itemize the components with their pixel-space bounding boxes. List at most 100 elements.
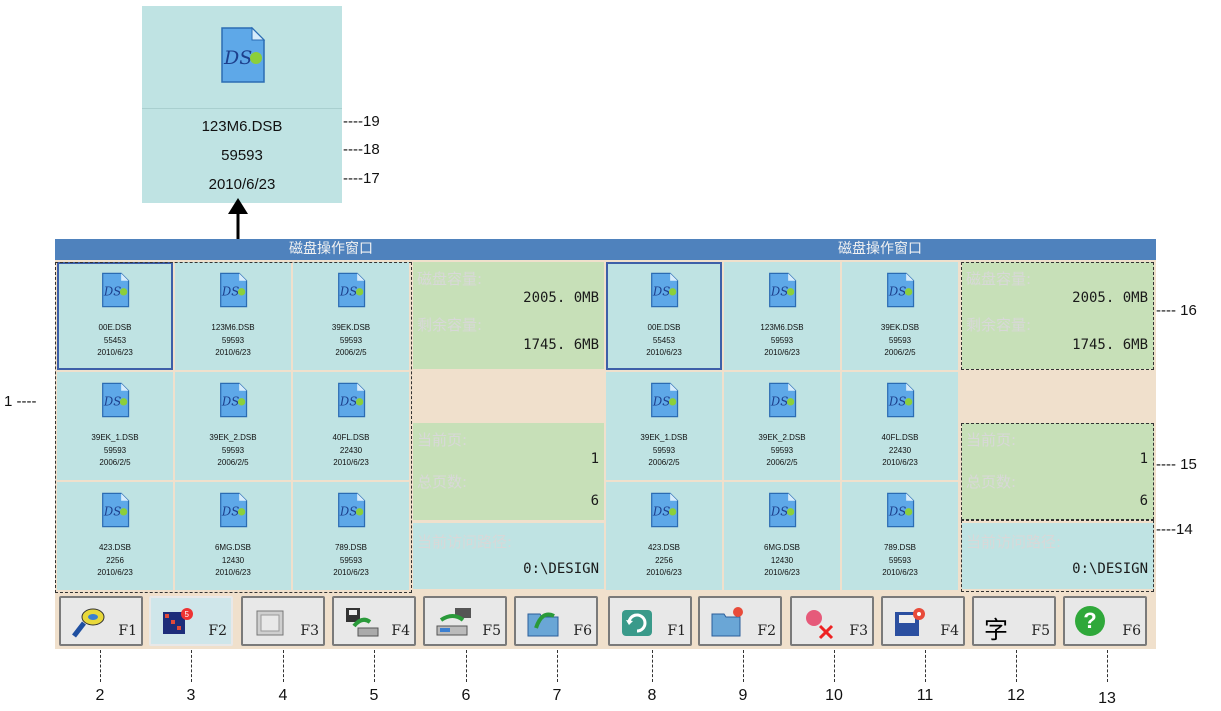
svg-text:DS: DS [888,285,906,299]
callout-number: 13 [1098,690,1116,707]
leader-line [1107,650,1108,682]
zoom-filename: 123M6.DSB [201,118,283,135]
function-key-label: F5 [1031,623,1050,639]
function-key-label: F2 [757,623,776,639]
delete-icon [806,610,834,640]
function-key-label: F3 [849,623,868,639]
window-title: 磁盘操作窗口 [55,239,607,260]
f1-refresh-button[interactable]: F1 [608,596,692,646]
f6-open-folder-button[interactable]: F6 [514,596,598,646]
file-date: 2006/2/5 [766,458,798,467]
callout-14: ----14 [1156,521,1193,538]
file-date: 2010/6/23 [646,348,682,357]
leader-line [283,650,284,682]
callout-1: 1 ---- [4,393,37,410]
svg-text:DS: DS [652,505,670,519]
file-tile[interactable]: DS 39EK_1.DSB 59593 2006/2/5 [606,372,722,480]
function-key-label: F1 [118,623,137,639]
leader-line [925,650,926,682]
annotation-box-file-grid [55,262,412,593]
f3-image-view-button[interactable]: F3 [241,596,325,646]
callout-number: 8 [647,687,657,704]
dsb-file-icon: DS [651,272,679,308]
file-name: 6MG.DSB [763,543,800,552]
file-date: 2010/6/23 [764,568,800,577]
file-grid: DS 00E.DSB 55453 2010/6/23 DS 123M6.DSB … [606,262,958,590]
f6-help-button[interactable]: ? F6 [1063,596,1147,646]
file-tile[interactable]: DS 123M6.DSB 59593 2010/6/23 [724,262,840,370]
svg-text:DS: DS [223,47,252,69]
open-folder-icon [527,612,559,637]
function-key-label: F5 [482,623,501,639]
free-capacity-label: 剩余容量: [417,316,483,334]
dsb-file-icon: DS [651,492,679,528]
f5-transfer-button[interactable]: F5 [423,596,507,646]
file-tile[interactable]: DS 789.DSB 59593 2010/6/23 [842,482,958,590]
callout-15: ---- 15 [1156,456,1197,473]
zoom-filesize: 59593 [221,147,263,164]
function-key-label: F1 [667,623,686,639]
leader-line [466,650,467,682]
search-key-icon [72,608,105,638]
file-date: 2010/6/23 [882,568,918,577]
callout-19: ----19 [343,113,380,130]
callout-number: 11 [916,687,934,704]
disk-settings-icon [895,608,925,636]
dsb-file-icon: DS [651,382,679,418]
svg-text:DS: DS [888,505,906,519]
file-name: 789.DSB [883,543,917,552]
dsb-file-icon: DS [887,492,915,528]
callout-16: ---- 16 [1156,302,1197,319]
file-name: 00E.DSB [647,323,681,332]
f4-disk-settings-button[interactable]: F4 [881,596,965,646]
new-folder-icon [711,607,743,637]
callout-number: 6 [461,687,471,704]
disk-capacity-label: 磁盘容量: [417,270,483,288]
current-page-label: 当前页: [417,431,468,449]
file-size: 59593 [652,446,676,455]
current-page-value: 1 [590,451,599,467]
function-key-label: F4 [391,623,410,639]
dsb-file-icon: DS [769,382,797,418]
file-date: 2010/6/23 [764,348,800,357]
f2-grid-view-button[interactable]: 5 F2 [149,596,233,646]
right-function-bar: F1 F2 F3 F4 字 F5 ? F6 [604,593,1156,649]
leader-line [374,650,375,682]
callout-number: 3 [186,687,196,704]
callout-number: 2 [95,687,105,704]
zoom-filedate: 2010/6/23 [208,176,276,193]
f5-font-button[interactable]: 字 F5 [972,596,1056,646]
svg-text:DS: DS [770,285,788,299]
file-tile[interactable]: DS 6MG.DSB 12430 2010/6/23 [724,482,840,590]
leader-line [191,650,192,682]
file-tile[interactable]: DS 40FL.DSB 22430 2010/6/23 [842,372,958,480]
annotation-box-page-info [961,423,1154,520]
file-tile[interactable]: DS 423.DSB 2256 2010/6/23 [606,482,722,590]
file-name: 423.DSB [647,543,681,552]
function-key-label: F6 [1122,623,1141,639]
file-tile[interactable]: DS 00E.DSB 55453 2010/6/23 [606,262,722,370]
svg-text:DS: DS [888,395,906,409]
dsb-file-icon: DS [769,272,797,308]
function-key-label: F4 [940,623,959,639]
file-size: 59593 [770,336,794,345]
file-size: 59593 [888,336,912,345]
file-tile[interactable]: DS 39EK.DSB 59593 2006/2/5 [842,262,958,370]
file-name: 123M6.DSB [760,323,804,332]
left-function-bar: F1 5 F2 F3 F4 F5 F6 [55,593,607,649]
leader-line [834,650,835,682]
svg-text:5: 5 [185,610,190,619]
callout-number: 4 [278,687,288,704]
file-tile[interactable]: DS 39EK_2.DSB 59593 2006/2/5 [724,372,840,480]
file-size: 55453 [652,336,676,345]
callout-17: ----17 [343,170,380,187]
leader-line [557,650,558,682]
f2-new-folder-button[interactable]: F2 [698,596,782,646]
f3-delete-button[interactable]: F3 [790,596,874,646]
f4-copy-button[interactable]: F4 [332,596,416,646]
page-info-panel: 当前页: 1 总页数: 6 [413,423,605,520]
file-size: 59593 [888,556,912,565]
help-icon: ? [1075,606,1105,636]
refresh-icon [622,610,652,636]
f1-search-button[interactable]: F1 [59,596,143,646]
